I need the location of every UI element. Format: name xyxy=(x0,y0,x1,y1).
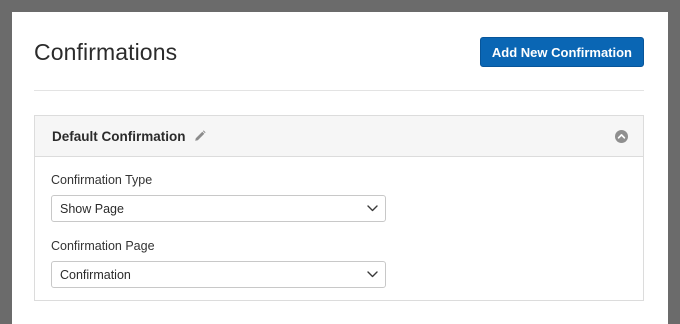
add-new-confirmation-button[interactable]: Add New Confirmation xyxy=(479,37,644,67)
card-title-wrap: Default Confirmation xyxy=(52,129,206,144)
confirmation-type-field: Confirmation Type Show Page xyxy=(51,173,626,222)
confirmations-panel: Confirmations Add New Confirmation Defau… xyxy=(12,12,668,324)
card-body: Confirmation Type Show Page Confirmation… xyxy=(35,157,643,288)
confirmation-card: Default Confirmation Confirmation Type S… xyxy=(34,115,644,301)
confirmation-page-value: Confirmation xyxy=(60,267,131,282)
header-divider xyxy=(34,90,644,91)
pencil-icon[interactable] xyxy=(194,130,206,142)
chevron-down-icon xyxy=(367,271,378,278)
confirmation-type-label: Confirmation Type xyxy=(51,173,153,187)
chevron-up-circle-icon[interactable] xyxy=(615,129,628,143)
confirmation-type-select[interactable]: Show Page xyxy=(51,195,386,222)
confirmation-page-label: Confirmation Page xyxy=(51,239,155,253)
chevron-down-icon xyxy=(367,205,378,212)
card-header[interactable]: Default Confirmation xyxy=(35,116,643,157)
confirmation-page-field: Confirmation Page Confirmation xyxy=(51,239,626,288)
confirmation-type-value: Show Page xyxy=(60,201,124,216)
card-title: Default Confirmation xyxy=(52,128,186,144)
page-header: Confirmations Add New Confirmation xyxy=(34,36,644,68)
page-title: Confirmations xyxy=(34,38,178,65)
confirmation-page-select[interactable]: Confirmation xyxy=(51,261,386,288)
